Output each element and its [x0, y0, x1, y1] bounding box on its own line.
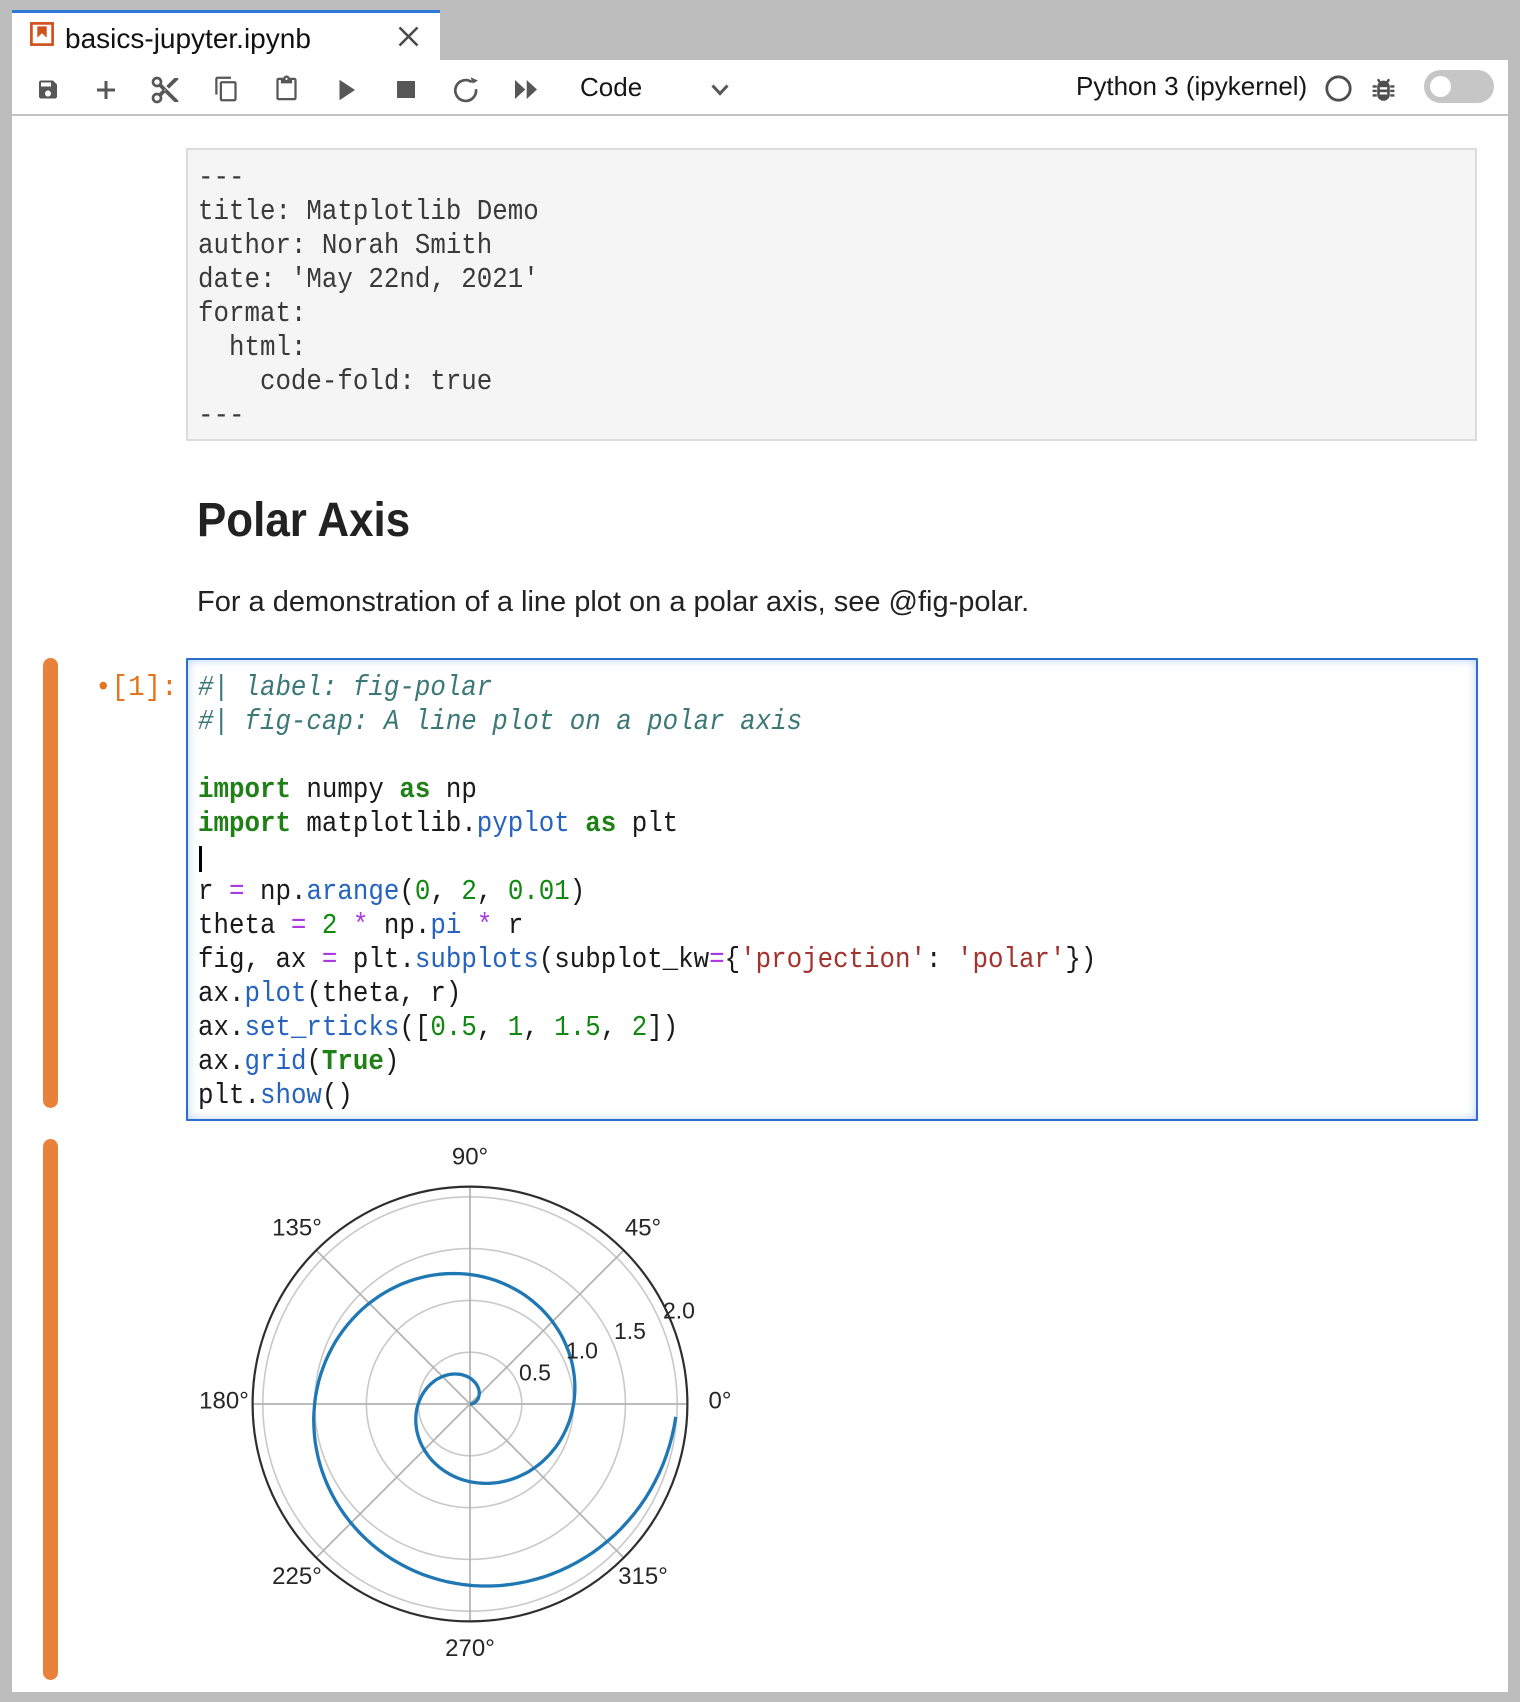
svg-text:90°: 90°	[452, 1144, 488, 1171]
svg-text:1.5: 1.5	[614, 1318, 646, 1344]
svg-text:180°: 180°	[199, 1388, 249, 1415]
svg-text:135°: 135°	[272, 1215, 322, 1242]
svg-text:0.5: 0.5	[519, 1360, 551, 1386]
svg-text:1.0: 1.0	[566, 1337, 598, 1363]
svg-text:2.0: 2.0	[663, 1297, 695, 1323]
svg-text:315°: 315°	[618, 1563, 668, 1590]
svg-text:270°: 270°	[445, 1635, 495, 1662]
svg-text:225°: 225°	[272, 1563, 322, 1590]
svg-text:0°: 0°	[709, 1388, 732, 1415]
svg-text:45°: 45°	[625, 1215, 661, 1242]
